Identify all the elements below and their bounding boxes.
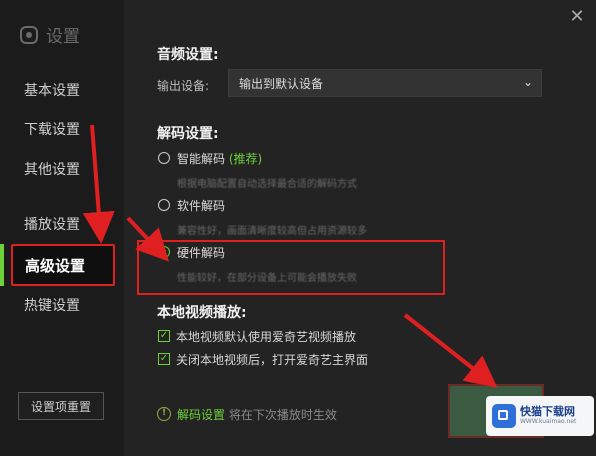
arrow-to-advanced	[126, 216, 169, 262]
watermark-logo-icon	[492, 404, 516, 428]
arrow-down-sidebar	[82, 124, 115, 244]
watermark-title: 快猫下载网	[520, 405, 575, 418]
arrow-to-save	[403, 313, 498, 388]
annotation-arrows	[82, 124, 498, 388]
site-watermark: 快猫下载网 WWW.kuaimao.net	[486, 396, 594, 436]
watermark-sub: WWW.kuaimao.net	[520, 418, 577, 425]
